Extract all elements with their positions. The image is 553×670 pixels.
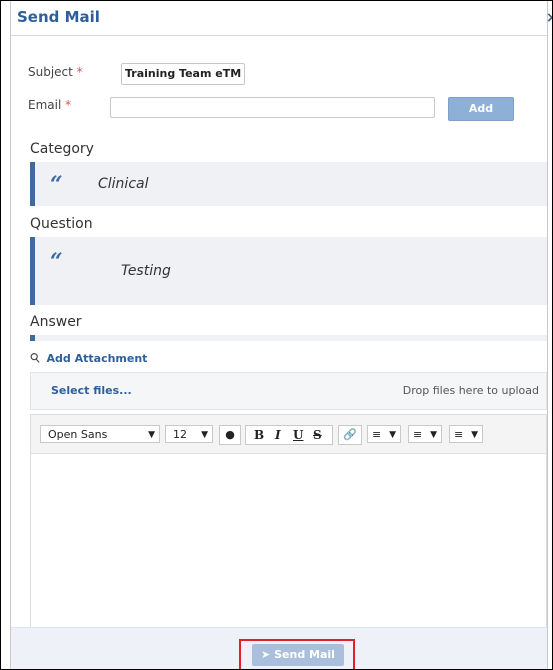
drop-files-hint: Drop files here to upload: [402, 384, 539, 397]
dialog-titlebar: Send Mail ×: [11, 1, 552, 36]
rich-text-editor: Open Sans ▼ 12 ▼ ● B I U S 🔗 ≡ ▼ ≡ ▼ ≡ ▼: [30, 414, 547, 629]
caret-down-icon: ▼: [201, 430, 208, 440]
align-icon: ≡: [372, 428, 382, 441]
category-heading: Category: [30, 141, 94, 157]
paperclip-icon: ⚲: [27, 349, 45, 368]
droplet-icon: ●: [225, 428, 235, 441]
bullet-list-icon: ≡: [454, 428, 464, 441]
editor-toolbar: Open Sans ▼ 12 ▼ ● B I U S 🔗 ≡ ▼ ≡ ▼ ≡ ▼: [31, 415, 546, 454]
send-mail-label: Send Mail: [274, 648, 335, 661]
editor-content-area[interactable]: [31, 454, 546, 628]
font-size-select[interactable]: 12 ▼: [165, 425, 213, 443]
quote-icon: “: [50, 172, 63, 198]
answer-heading: Answer: [30, 314, 82, 330]
underline-button[interactable]: U: [293, 426, 303, 444]
select-files-button[interactable]: Select files...: [51, 384, 132, 397]
email-label-text: Email: [28, 98, 62, 112]
format-button-group: B I U S: [245, 425, 333, 445]
add-attachment-label: Add Attachment: [46, 352, 148, 365]
font-family-value: Open Sans: [48, 428, 108, 441]
required-mark: *: [76, 65, 83, 79]
send-mail-dialog: Send Mail × Subject * Training Team eTM …: [10, 1, 552, 669]
subject-value-chip[interactable]: Training Team eTM: [121, 63, 246, 85]
text-color-button[interactable]: ●: [219, 425, 241, 445]
send-button-highlight: ➤ Send Mail: [239, 639, 355, 669]
ordered-list-dropdown[interactable]: ≡ ▼: [408, 425, 442, 443]
strikethrough-button[interactable]: S: [313, 426, 322, 444]
question-value: Testing: [121, 263, 171, 279]
category-value: Clinical: [98, 176, 149, 192]
add-attachment-link[interactable]: ⚲ Add Attachment: [27, 350, 148, 368]
required-mark: *: [65, 98, 72, 112]
add-email-button[interactable]: Add: [448, 97, 514, 121]
email-label: Email *: [28, 98, 71, 112]
screenshot-frame: Send Mail × Subject * Training Team eTM …: [0, 0, 553, 670]
font-family-select[interactable]: Open Sans ▼: [40, 425, 160, 443]
subject-label: Subject *: [28, 65, 83, 79]
category-quote: “ Clinical: [30, 162, 547, 206]
dialog-footer: ➤ Send Mail: [11, 627, 547, 669]
answer-quote: [30, 335, 547, 341]
upload-dropzone[interactable]: Select files... Drop files here to uploa…: [30, 372, 547, 410]
insert-link-button[interactable]: 🔗: [338, 425, 362, 445]
quote-icon: “: [50, 249, 63, 275]
caret-down-icon: ▼: [389, 430, 396, 440]
link-icon: 🔗: [343, 428, 357, 441]
dialog-title: Send Mail: [17, 8, 100, 26]
bullet-list-dropdown[interactable]: ≡ ▼: [449, 425, 483, 443]
send-icon: ➤: [261, 648, 271, 661]
email-input[interactable]: [110, 97, 435, 118]
ordered-list-icon: ≡: [413, 428, 423, 441]
question-quote: “ Testing: [30, 237, 547, 305]
subject-label-text: Subject: [28, 65, 73, 79]
send-mail-button[interactable]: ➤ Send Mail: [252, 644, 344, 666]
caret-down-icon: ▼: [430, 430, 437, 440]
font-size-value: 12: [173, 428, 187, 441]
italic-button[interactable]: I: [275, 426, 281, 444]
caret-down-icon: ▼: [148, 430, 155, 440]
align-dropdown[interactable]: ≡ ▼: [367, 425, 401, 443]
close-icon[interactable]: ×: [546, 10, 552, 26]
question-heading: Question: [30, 216, 93, 232]
bold-button[interactable]: B: [254, 426, 264, 444]
caret-down-icon: ▼: [471, 430, 478, 440]
